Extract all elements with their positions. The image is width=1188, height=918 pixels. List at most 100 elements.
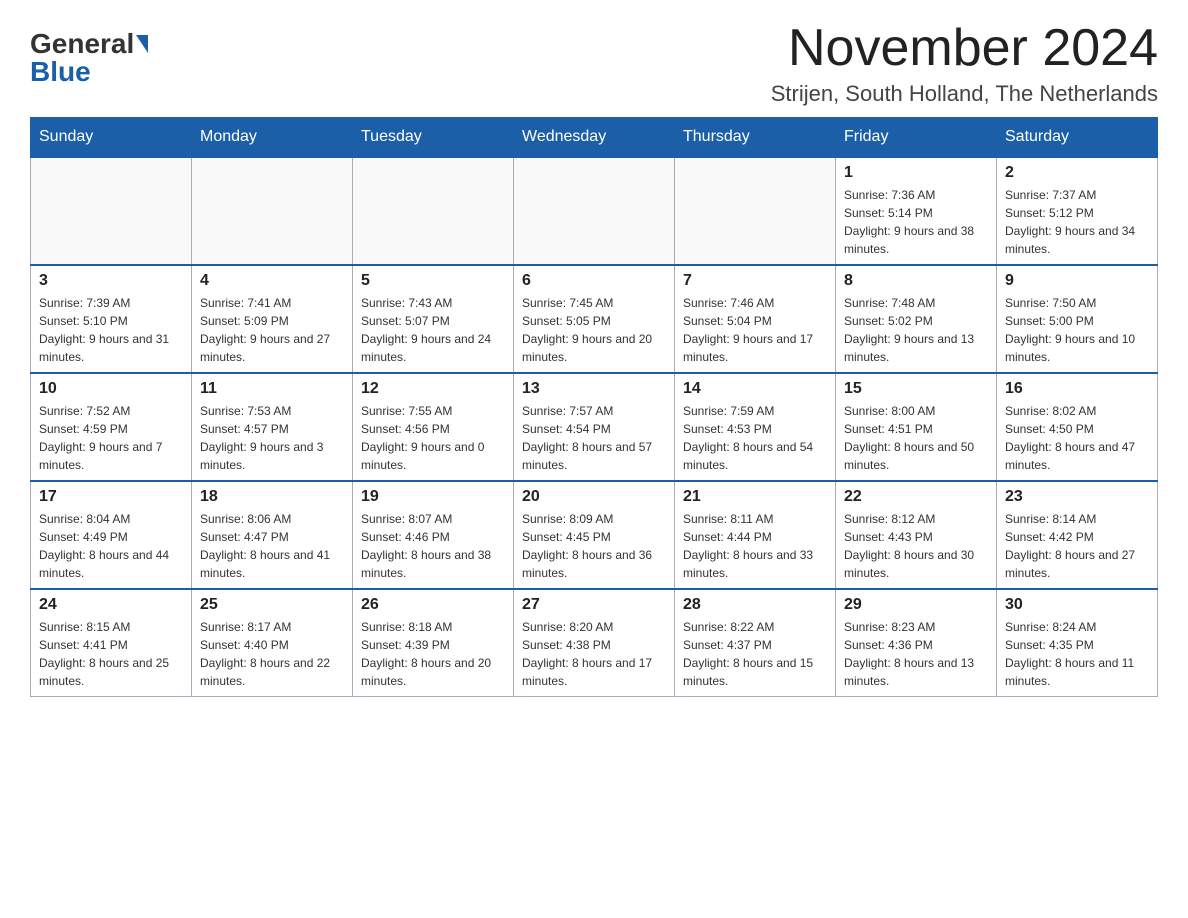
day-info: Sunrise: 7:55 AMSunset: 4:56 PMDaylight:…: [361, 402, 505, 474]
calendar-cell: 9 Sunrise: 7:50 AMSunset: 5:00 PMDaylight…: [997, 265, 1158, 373]
calendar-cell: [514, 157, 675, 265]
day-info: Sunrise: 8:12 AMSunset: 4:43 PMDaylight:…: [844, 510, 988, 582]
day-number: 26: [361, 596, 505, 614]
day-info: Sunrise: 8:17 AMSunset: 4:40 PMDaylight:…: [200, 618, 344, 690]
day-number: 3: [39, 272, 183, 290]
location-title: Strijen, South Holland, The Netherlands: [771, 81, 1158, 107]
day-info: Sunrise: 8:23 AMSunset: 4:36 PMDaylight:…: [844, 618, 988, 690]
calendar-cell: 18 Sunrise: 8:06 AMSunset: 4:47 PMDayligh…: [192, 481, 353, 589]
day-number: 14: [683, 380, 827, 398]
calendar-cell: 26 Sunrise: 8:18 AMSunset: 4:39 PMDayligh…: [353, 589, 514, 697]
day-number: 12: [361, 380, 505, 398]
day-number: 25: [200, 596, 344, 614]
day-number: 22: [844, 488, 988, 506]
calendar-cell: 25 Sunrise: 8:17 AMSunset: 4:40 PMDayligh…: [192, 589, 353, 697]
day-number: 11: [200, 380, 344, 398]
title-area: November 2024 Strijen, South Holland, Th…: [771, 20, 1158, 107]
calendar-cell: 24 Sunrise: 8:15 AMSunset: 4:41 PMDayligh…: [31, 589, 192, 697]
month-title: November 2024: [771, 20, 1158, 77]
day-number: 16: [1005, 380, 1149, 398]
day-info: Sunrise: 8:02 AMSunset: 4:50 PMDaylight:…: [1005, 402, 1149, 474]
day-number: 18: [200, 488, 344, 506]
day-number: 4: [200, 272, 344, 290]
day-number: 7: [683, 272, 827, 290]
calendar-cell: 6 Sunrise: 7:45 AMSunset: 5:05 PMDaylight…: [514, 265, 675, 373]
logo-triangle-icon: [136, 35, 148, 53]
logo-general-text: General: [30, 30, 134, 58]
day-number: 30: [1005, 596, 1149, 614]
calendar-cell: 2 Sunrise: 7:37 AMSunset: 5:12 PMDaylight…: [997, 157, 1158, 265]
day-number: 6: [522, 272, 666, 290]
calendar-cell: 21 Sunrise: 8:11 AMSunset: 4:44 PMDayligh…: [675, 481, 836, 589]
weekday-header-monday: Monday: [192, 118, 353, 158]
week-row-0: 1Sunrise: 7:36 AMSunset: 5:14 PMDaylight…: [31, 157, 1158, 265]
day-info: Sunrise: 8:22 AMSunset: 4:37 PMDaylight:…: [683, 618, 827, 690]
calendar-cell: 20Sunrise: 8:09 AMSunset: 4:45 PMDayligh…: [514, 481, 675, 589]
calendar-cell: 11 Sunrise: 7:53 AMSunset: 4:57 PMDayligh…: [192, 373, 353, 481]
calendar-cell: 28 Sunrise: 8:22 AMSunset: 4:37 PMDayligh…: [675, 589, 836, 697]
calendar-cell: 29 Sunrise: 8:23 AMSunset: 4:36 PMDayligh…: [836, 589, 997, 697]
calendar-cell: 3Sunrise: 7:39 AMSunset: 5:10 PMDaylight…: [31, 265, 192, 373]
calendar-table: SundayMondayTuesdayWednesdayThursdayFrid…: [30, 117, 1158, 697]
logo-blue-text: Blue: [30, 58, 91, 86]
day-info: Sunrise: 8:07 AMSunset: 4:46 PMDaylight:…: [361, 510, 505, 582]
day-number: 28: [683, 596, 827, 614]
calendar-cell: 14Sunrise: 7:59 AMSunset: 4:53 PMDayligh…: [675, 373, 836, 481]
calendar-cell: 17 Sunrise: 8:04 AMSunset: 4:49 PMDayligh…: [31, 481, 192, 589]
day-info: Sunrise: 8:15 AMSunset: 4:41 PMDaylight:…: [39, 618, 183, 690]
day-number: 15: [844, 380, 988, 398]
calendar-cell: 1Sunrise: 7:36 AMSunset: 5:14 PMDaylight…: [836, 157, 997, 265]
day-info: Sunrise: 8:18 AMSunset: 4:39 PMDaylight:…: [361, 618, 505, 690]
day-info: Sunrise: 7:36 AMSunset: 5:14 PMDaylight:…: [844, 186, 988, 258]
week-row-2: 10 Sunrise: 7:52 AMSunset: 4:59 PMDayligh…: [31, 373, 1158, 481]
weekday-header-friday: Friday: [836, 118, 997, 158]
day-info: Sunrise: 7:52 AMSunset: 4:59 PMDaylight:…: [39, 402, 183, 474]
weekday-header-sunday: Sunday: [31, 118, 192, 158]
calendar-cell: [192, 157, 353, 265]
calendar-cell: [31, 157, 192, 265]
day-info: Sunrise: 7:50 AMSunset: 5:00 PMDaylight:…: [1005, 294, 1149, 366]
day-number: 21: [683, 488, 827, 506]
day-number: 24: [39, 596, 183, 614]
calendar-cell: 12 Sunrise: 7:55 AMSunset: 4:56 PMDayligh…: [353, 373, 514, 481]
calendar-cell: 22 Sunrise: 8:12 AMSunset: 4:43 PMDayligh…: [836, 481, 997, 589]
calendar-cell: [675, 157, 836, 265]
week-row-4: 24 Sunrise: 8:15 AMSunset: 4:41 PMDayligh…: [31, 589, 1158, 697]
weekday-header-thursday: Thursday: [675, 118, 836, 158]
calendar-cell: 27 Sunrise: 8:20 AMSunset: 4:38 PMDayligh…: [514, 589, 675, 697]
calendar-cell: 8 Sunrise: 7:48 AMSunset: 5:02 PMDaylight…: [836, 265, 997, 373]
week-row-3: 17 Sunrise: 8:04 AMSunset: 4:49 PMDayligh…: [31, 481, 1158, 589]
day-info: Sunrise: 8:06 AMSunset: 4:47 PMDaylight:…: [200, 510, 344, 582]
day-info: Sunrise: 7:37 AMSunset: 5:12 PMDaylight:…: [1005, 186, 1149, 258]
day-number: 10: [39, 380, 183, 398]
calendar-cell: 5Sunrise: 7:43 AMSunset: 5:07 PMDaylight…: [353, 265, 514, 373]
calendar-cell: 13Sunrise: 7:57 AMSunset: 4:54 PMDayligh…: [514, 373, 675, 481]
day-number: 8: [844, 272, 988, 290]
day-number: 29: [844, 596, 988, 614]
day-info: Sunrise: 8:20 AMSunset: 4:38 PMDaylight:…: [522, 618, 666, 690]
calendar-cell: 30 Sunrise: 8:24 AMSunset: 4:35 PMDayligh…: [997, 589, 1158, 697]
calendar-cell: 19 Sunrise: 8:07 AMSunset: 4:46 PMDayligh…: [353, 481, 514, 589]
day-number: 5: [361, 272, 505, 290]
weekday-header-wednesday: Wednesday: [514, 118, 675, 158]
day-info: Sunrise: 7:48 AMSunset: 5:02 PMDaylight:…: [844, 294, 988, 366]
day-info: Sunrise: 8:11 AMSunset: 4:44 PMDaylight:…: [683, 510, 827, 582]
calendar-cell: 4 Sunrise: 7:41 AMSunset: 5:09 PMDaylight…: [192, 265, 353, 373]
day-info: Sunrise: 8:04 AMSunset: 4:49 PMDaylight:…: [39, 510, 183, 582]
day-number: 2: [1005, 164, 1149, 182]
calendar-body: 1Sunrise: 7:36 AMSunset: 5:14 PMDaylight…: [31, 157, 1158, 697]
day-info: Sunrise: 7:41 AMSunset: 5:09 PMDaylight:…: [200, 294, 344, 366]
weekday-header-saturday: Saturday: [997, 118, 1158, 158]
day-number: 27: [522, 596, 666, 614]
weekday-header-tuesday: Tuesday: [353, 118, 514, 158]
day-info: Sunrise: 7:45 AMSunset: 5:05 PMDaylight:…: [522, 294, 666, 366]
calendar-cell: 10 Sunrise: 7:52 AMSunset: 4:59 PMDayligh…: [31, 373, 192, 481]
day-number: 17: [39, 488, 183, 506]
day-number: 9: [1005, 272, 1149, 290]
day-info: Sunrise: 7:53 AMSunset: 4:57 PMDaylight:…: [200, 402, 344, 474]
calendar-cell: 16 Sunrise: 8:02 AMSunset: 4:50 PMDayligh…: [997, 373, 1158, 481]
day-info: Sunrise: 7:46 AMSunset: 5:04 PMDaylight:…: [683, 294, 827, 366]
day-number: 19: [361, 488, 505, 506]
day-info: Sunrise: 8:24 AMSunset: 4:35 PMDaylight:…: [1005, 618, 1149, 690]
day-info: Sunrise: 8:00 AMSunset: 4:51 PMDaylight:…: [844, 402, 988, 474]
